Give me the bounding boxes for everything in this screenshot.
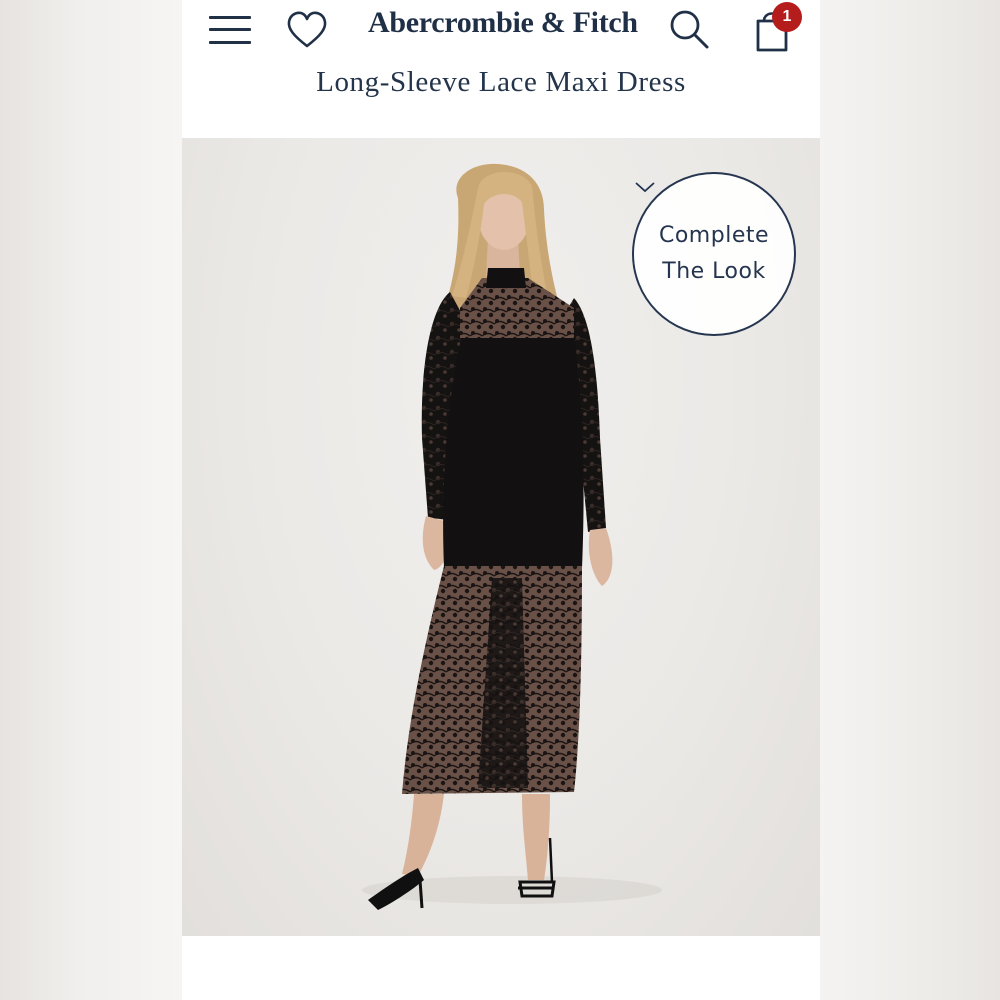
chevron-down-icon (635, 182, 655, 193)
product-image[interactable]: Complete The Look (182, 138, 820, 936)
search-icon[interactable] (668, 8, 710, 50)
brand-logo[interactable]: Abercrombie & Fitch (368, 6, 638, 40)
site-header: Abercrombie & Fitch 1 Long-Sleeve Lace M… (182, 0, 820, 138)
content-area (182, 936, 820, 1000)
product-title: Long-Sleeve Lace Maxi Dress (316, 66, 686, 98)
complete-the-look-line1: Complete (658, 223, 770, 248)
heart-icon[interactable] (286, 10, 328, 50)
bag-count-badge: 1 (772, 2, 802, 32)
complete-the-look-button[interactable]: Complete The Look (632, 172, 796, 336)
hamburger-menu-icon[interactable] (209, 14, 251, 48)
side-backdrop (820, 0, 1000, 1000)
complete-the-look-line2: The Look (662, 259, 766, 284)
product-page: Abercrombie & Fitch 1 Long-Sleeve Lace M… (182, 0, 820, 1000)
